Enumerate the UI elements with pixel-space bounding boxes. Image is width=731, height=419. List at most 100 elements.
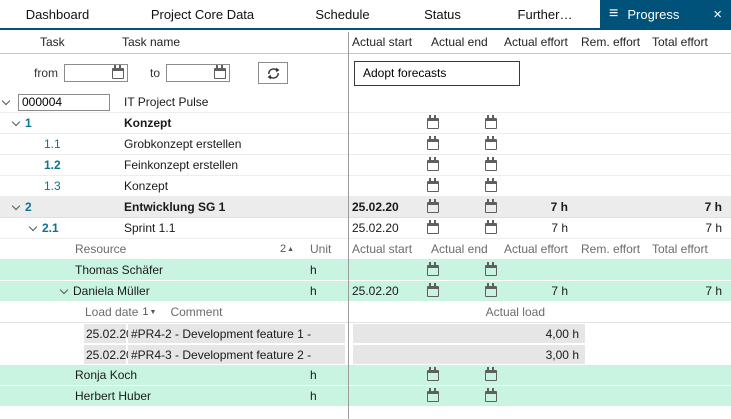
resource-header-row: Resource 2 ▲ Unit Actual start Actual en… xyxy=(0,239,731,260)
to-date-field[interactable] xyxy=(166,64,230,82)
col-header-rem-effort[interactable]: Rem. effort xyxy=(577,242,648,256)
actual-effort-value: 7 h xyxy=(500,221,577,235)
calendar-icon[interactable] xyxy=(427,202,439,213)
calendar-icon[interactable] xyxy=(485,370,497,381)
task-id-link[interactable]: 1.3 xyxy=(44,179,61,193)
load-date-cell[interactable]: 25.02.20 xyxy=(84,345,126,364)
calendar-icon[interactable] xyxy=(485,160,497,171)
calendar-icon[interactable] xyxy=(485,118,497,129)
calendar-icon[interactable] xyxy=(485,391,497,402)
from-date-input[interactable] xyxy=(68,66,112,80)
calendar-icon[interactable] xyxy=(427,118,439,129)
resource-row: Daniela Müller h 25.02.20 7 h 7 h xyxy=(0,281,731,302)
calendar-icon[interactable] xyxy=(214,68,226,79)
task-id-link[interactable]: 2 xyxy=(25,200,32,214)
tab-progress-active[interactable]: ≡ Progress × xyxy=(600,0,731,28)
col-header-total-effort[interactable]: Total effort xyxy=(648,242,731,256)
sort-indicator[interactable]: 2 ▲ xyxy=(280,243,294,255)
tab-dashboard[interactable]: Dashboard xyxy=(0,0,115,28)
col-header-load-date[interactable]: Load date 1 ▼ xyxy=(85,305,156,319)
task-id-link[interactable]: 2.1 xyxy=(42,221,59,235)
filter-row: from to Adopt forecasts xyxy=(0,54,731,92)
calendar-icon[interactable] xyxy=(427,160,439,171)
load-comment-cell[interactable]: #PR4-2 - Development feature 1 - xyxy=(128,324,345,343)
calendar-icon[interactable] xyxy=(485,139,497,150)
collapse-chevron-icon[interactable] xyxy=(12,201,20,209)
calendar-icon[interactable] xyxy=(485,223,497,234)
to-date-input[interactable] xyxy=(170,66,214,80)
project-name: IT Project Pulse xyxy=(118,95,348,109)
tab-further[interactable]: Further… xyxy=(490,0,600,28)
col-header-actual-start[interactable]: Actual start xyxy=(348,35,427,49)
tab-status[interactable]: Status xyxy=(395,0,490,28)
task-id-link[interactable]: 1.2 xyxy=(44,158,61,172)
task-name: Konzept xyxy=(118,179,348,193)
actual-effort-value: 7 h xyxy=(500,200,577,214)
calendar-icon[interactable] xyxy=(485,265,497,276)
calendar-icon[interactable] xyxy=(427,139,439,150)
calendar-icon[interactable] xyxy=(427,265,439,276)
calendar-icon[interactable] xyxy=(427,370,439,381)
tab-project-core-data[interactable]: Project Core Data xyxy=(115,0,290,28)
close-tab-icon[interactable]: × xyxy=(713,7,722,22)
from-date-field[interactable] xyxy=(64,64,128,82)
refresh-button[interactable] xyxy=(258,62,288,84)
calendar-icon[interactable] xyxy=(427,223,439,234)
resource-name: Ronja Koch xyxy=(0,365,300,385)
total-effort-value: 7 h xyxy=(648,221,731,235)
col-header-unit[interactable]: Unit xyxy=(300,242,348,256)
project-id-input[interactable] xyxy=(18,94,110,111)
calendar-icon[interactable] xyxy=(485,181,497,192)
total-effort-value: 7 h xyxy=(648,200,731,214)
progress-view: Dashboard Project Core Data Schedule Sta… xyxy=(0,0,731,419)
sort-indicator[interactable]: 1 ▼ xyxy=(142,306,156,318)
collapse-chevron-icon[interactable] xyxy=(2,96,10,104)
calendar-icon[interactable] xyxy=(112,68,124,79)
calendar-icon[interactable] xyxy=(427,181,439,192)
task-id-link[interactable]: 1 xyxy=(25,116,32,130)
col-header-actual-load[interactable]: Actual load xyxy=(353,305,585,319)
adopt-forecasts-button[interactable]: Adopt forecasts xyxy=(354,61,520,86)
date-filter-group: from to xyxy=(0,62,348,84)
load-date-cell[interactable]: 25.02.20 xyxy=(84,324,126,343)
resource-name: Daniela Müller xyxy=(73,284,150,298)
actual-load-cell[interactable]: 3,00 h xyxy=(353,345,585,364)
task-id-link[interactable]: 1.1 xyxy=(44,137,61,151)
col-header-actual-effort[interactable]: Actual effort xyxy=(500,35,577,49)
col-header-actual-effort[interactable]: Actual effort xyxy=(500,242,577,256)
calendar-icon[interactable] xyxy=(485,286,497,297)
actual-start-cell: 25.02.20 xyxy=(348,218,427,238)
project-id-cell xyxy=(0,92,118,112)
col-header-actual-end[interactable]: Actual end xyxy=(427,242,500,256)
col-header-total-effort[interactable]: Total effort xyxy=(648,35,731,49)
total-effort-value: 7 h xyxy=(648,284,731,298)
sort-desc-icon: ▼ xyxy=(150,309,157,316)
tab-schedule[interactable]: Schedule xyxy=(290,0,395,28)
col-header-actual-end[interactable]: Actual end xyxy=(427,35,500,49)
actual-start-cell xyxy=(348,386,427,406)
collapse-chevron-icon[interactable] xyxy=(60,285,68,293)
resource-row: Thomas Schäfer h xyxy=(0,260,731,281)
col-header-actual-start[interactable]: Actual start xyxy=(348,242,427,256)
col-header-rem-effort[interactable]: Rem. effort xyxy=(577,35,648,49)
load-comment-cell[interactable]: #PR4-3 - Development feature 2 - xyxy=(128,345,345,364)
grid-column-header: Task Task name Actual start Actual end A… xyxy=(0,30,731,54)
actual-load-cell[interactable]: 4,00 h xyxy=(353,324,585,343)
resource-name: Herbert Huber xyxy=(0,386,300,406)
hamburger-menu-icon[interactable]: ≡ xyxy=(609,6,618,22)
col-header-task[interactable]: Task xyxy=(0,35,118,49)
col-header-comment[interactable]: Comment xyxy=(170,305,222,319)
calendar-icon[interactable] xyxy=(485,202,497,213)
actual-start-cell xyxy=(348,134,427,154)
resource-unit: h xyxy=(300,263,348,277)
collapse-chevron-icon[interactable] xyxy=(29,222,37,230)
table-row-task-1: 1 Konzept xyxy=(0,113,731,134)
calendar-icon[interactable] xyxy=(427,286,439,297)
col-header-task-name[interactable]: Task name xyxy=(118,35,348,49)
table-row-project: IT Project Pulse xyxy=(0,92,731,113)
to-label: to xyxy=(150,66,160,80)
calendar-icon[interactable] xyxy=(427,391,439,402)
col-header-resource[interactable]: Resource xyxy=(75,242,126,256)
actual-start-cell xyxy=(348,155,427,175)
collapse-chevron-icon[interactable] xyxy=(12,117,20,125)
